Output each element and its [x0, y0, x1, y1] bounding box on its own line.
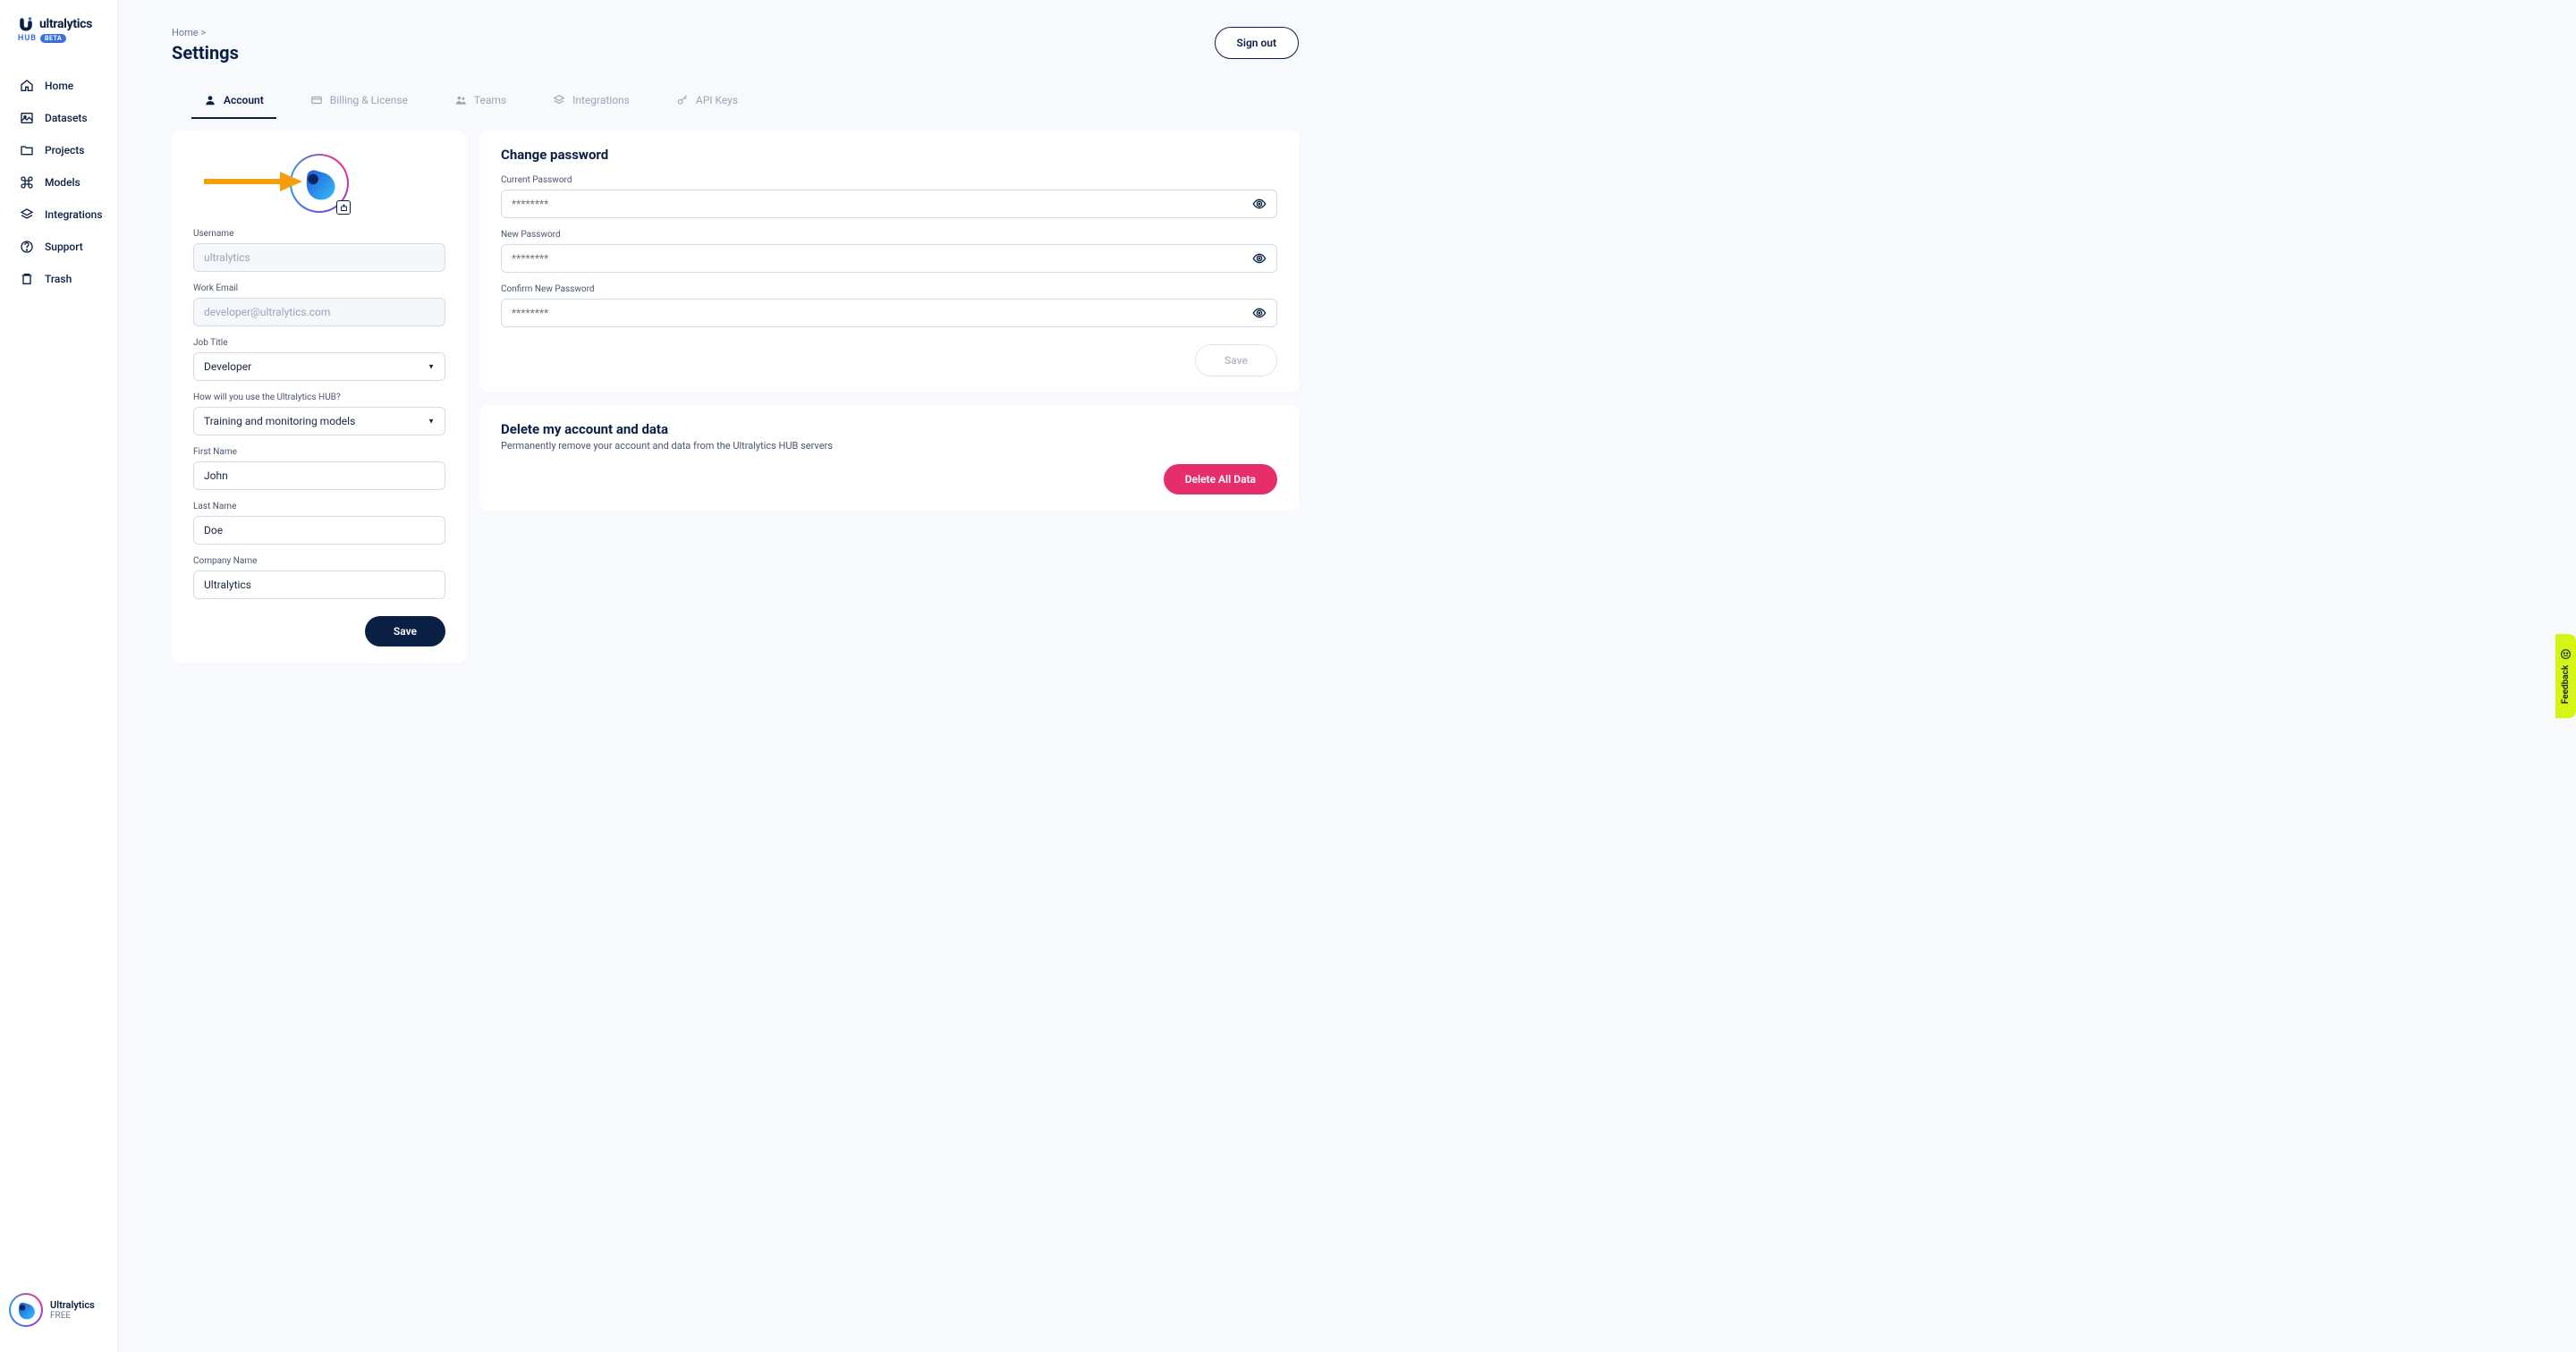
sidebar-item-datasets[interactable]: Datasets	[0, 102, 117, 134]
usage-select[interactable]	[193, 407, 445, 435]
company-label: Company Name	[193, 556, 445, 566]
tab-label: Integrations	[572, 94, 630, 106]
new-password-input[interactable]	[501, 244, 1277, 273]
delete-title: Delete my account and data	[501, 421, 1277, 437]
key-icon	[676, 94, 689, 106]
profile-card: Username Work Email Job Title ▼ How will…	[172, 131, 467, 663]
eye-icon[interactable]	[1252, 197, 1267, 211]
sidebar: ultralytics HUB BETA Home Datasets Proje…	[0, 0, 118, 1352]
help-icon	[20, 240, 34, 254]
sidebar-item-integrations[interactable]: Integrations	[0, 199, 117, 231]
sidebar-footer[interactable]: Ultralytics FREE	[0, 1284, 117, 1336]
breadcrumb-sep: >	[200, 27, 206, 38]
team-icon	[454, 94, 467, 106]
layers-icon	[20, 207, 34, 222]
usage-label: How will you use the Ultralytics HUB?	[193, 393, 445, 402]
person-icon	[204, 94, 216, 106]
confirm-password-input[interactable]	[501, 299, 1277, 327]
sidebar-item-label: Integrations	[45, 208, 103, 221]
user-avatar	[9, 1293, 43, 1327]
hub-text: HUB	[18, 34, 37, 43]
jobtitle-select[interactable]	[193, 352, 445, 381]
delete-button[interactable]: Delete All Data	[1164, 464, 1277, 494]
tab-label: API Keys	[696, 94, 738, 106]
tab-account[interactable]: Account	[181, 81, 287, 119]
breadcrumb-home[interactable]: Home	[172, 27, 199, 38]
delete-desc: Permanently remove your account and data…	[501, 440, 1277, 452]
image-icon	[20, 111, 34, 125]
user-name: Ultralytics	[50, 1299, 95, 1311]
current-password-label: Current Password	[501, 175, 1277, 185]
user-plan: FREE	[50, 1311, 95, 1321]
email-input[interactable]	[193, 298, 445, 326]
nav: Home Datasets Projects Models Integratio…	[0, 61, 117, 1284]
save-password-button[interactable]: Save	[1195, 344, 1277, 376]
folder-icon	[20, 143, 34, 157]
smile-icon	[2560, 648, 2572, 660]
password-card: Change password Current Password New Pas…	[479, 131, 1299, 393]
tab-apikeys[interactable]: API Keys	[653, 81, 761, 119]
firstname-label: First Name	[193, 447, 445, 457]
email-label: Work Email	[193, 283, 445, 293]
sidebar-item-trash[interactable]: Trash	[0, 263, 117, 295]
sidebar-item-models[interactable]: Models	[0, 166, 117, 199]
command-icon	[20, 175, 34, 190]
eye-icon[interactable]	[1252, 306, 1267, 320]
annotation-arrow	[204, 170, 302, 193]
tab-integrations[interactable]: Integrations	[530, 81, 653, 119]
jobtitle-label: Job Title	[193, 338, 445, 348]
brand-name: ultralytics	[39, 17, 92, 31]
sidebar-item-label: Datasets	[45, 112, 88, 124]
layers-icon	[553, 94, 565, 106]
main: Home > Settings Sign out Account Billing…	[118, 0, 1352, 676]
upload-avatar-icon[interactable]	[336, 200, 351, 215]
tab-label: Teams	[474, 94, 506, 106]
trash-icon	[20, 272, 34, 286]
lastname-label: Last Name	[193, 502, 445, 511]
sidebar-item-label: Trash	[45, 273, 72, 285]
tab-billing[interactable]: Billing & License	[287, 81, 431, 119]
tabs: Account Billing & License Teams Integrat…	[172, 81, 1299, 120]
save-profile-button[interactable]: Save	[365, 616, 445, 646]
ultralytics-logo-icon	[18, 16, 34, 32]
sidebar-item-home[interactable]: Home	[0, 70, 117, 102]
tab-label: Billing & License	[330, 94, 408, 106]
signout-button[interactable]: Sign out	[1215, 27, 1299, 59]
confirm-password-label: Confirm New Password	[501, 284, 1277, 294]
lastname-input[interactable]	[193, 516, 445, 545]
sidebar-item-label: Support	[45, 241, 83, 253]
username-label: Username	[193, 229, 445, 239]
tab-teams[interactable]: Teams	[431, 81, 530, 119]
beta-badge: BETA	[40, 34, 66, 43]
feedback-tab[interactable]: Feedback	[2555, 634, 2576, 718]
page-title: Settings	[172, 42, 239, 63]
username-input[interactable]	[193, 243, 445, 272]
firstname-input[interactable]	[193, 461, 445, 490]
breadcrumb: Home >	[172, 27, 239, 38]
logo-area[interactable]: ultralytics HUB BETA	[0, 16, 117, 61]
card-icon	[310, 94, 323, 106]
sidebar-item-label: Models	[45, 176, 80, 189]
eye-icon[interactable]	[1252, 251, 1267, 266]
new-password-label: New Password	[501, 230, 1277, 240]
company-input[interactable]	[193, 570, 445, 599]
tab-label: Account	[224, 94, 264, 106]
sidebar-item-label: Home	[45, 80, 73, 92]
current-password-input[interactable]	[501, 190, 1277, 218]
sidebar-item-label: Projects	[45, 144, 84, 156]
delete-card: Delete my account and data Permanently r…	[479, 405, 1299, 511]
feedback-label: Feedback	[2561, 665, 2571, 704]
sidebar-item-support[interactable]: Support	[0, 231, 117, 263]
password-title: Change password	[501, 147, 1277, 163]
home-icon	[20, 79, 34, 93]
sidebar-item-projects[interactable]: Projects	[0, 134, 117, 166]
